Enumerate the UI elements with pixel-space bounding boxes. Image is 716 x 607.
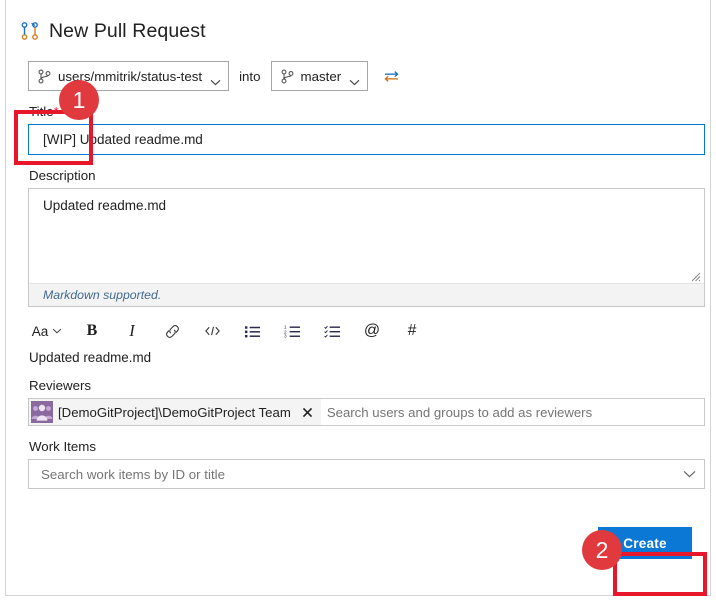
branch-selector-row: users/mmitrik/status-test into master (28, 61, 710, 91)
description-textarea[interactable] (29, 189, 704, 283)
chevron-down-icon (210, 73, 221, 85)
bold-label: B (86, 322, 98, 339)
hashtag-label: # (407, 322, 417, 339)
target-branch-name: master (300, 68, 342, 84)
markdown-supported-text: Markdown supported. (43, 288, 162, 302)
title-label-text: Title (29, 104, 54, 119)
numbered-list-icon[interactable]: 1 2 3 (278, 317, 306, 345)
font-size-icon[interactable]: Aa (28, 317, 66, 345)
pull-request-form: Title* Description Markdown supported. A… (28, 104, 710, 559)
mention-label: @ (363, 322, 381, 339)
chevron-down-icon[interactable] (674, 470, 704, 478)
italic-label: I (129, 321, 135, 340)
mention-icon[interactable]: @ (358, 317, 386, 345)
create-button[interactable]: Create (598, 527, 692, 559)
branch-icon (281, 69, 294, 84)
target-branch-selector[interactable]: master (270, 61, 369, 91)
page-title: New Pull Request (49, 19, 206, 42)
italic-icon[interactable]: I (118, 317, 146, 345)
reviewers-field-label: Reviewers (29, 378, 92, 393)
resize-grip-icon[interactable] (690, 269, 701, 282)
work-items-input-box[interactable] (28, 459, 705, 489)
title-input[interactable] (28, 124, 705, 155)
page-header: New Pull Request (6, 0, 710, 48)
form-actions: Create (28, 527, 692, 559)
new-pull-request-page: New Pull Request users/mmitrik/status-te… (5, 0, 711, 596)
title-field-label: Title* (29, 104, 710, 119)
pull-request-icon (20, 21, 40, 41)
description-preview-text: Updated readme.md (29, 350, 152, 365)
hashtag-icon[interactable]: # (398, 317, 426, 345)
bulleted-list-icon[interactable] (238, 317, 266, 345)
swap-branches-button[interactable] (380, 65, 402, 87)
team-avatar-icon (31, 401, 53, 423)
reviewers-search-input[interactable] (320, 399, 704, 425)
into-label: into (239, 68, 261, 84)
chevron-down-icon (349, 73, 360, 85)
close-icon[interactable] (297, 401, 319, 423)
source-branch-name: users/mmitrik/status-test (58, 68, 203, 84)
markdown-toolbar: Aa B I 1 2 3 @ # (28, 314, 710, 348)
reviewer-chip[interactable]: [DemoGitProject]\DemoGitProject Team (29, 399, 321, 425)
swap-arrows-icon (384, 70, 399, 82)
work-items-search-input[interactable] (29, 465, 674, 483)
branch-icon (38, 69, 51, 84)
source-branch-selector[interactable]: users/mmitrik/status-test (28, 61, 230, 91)
reviewers-input-box[interactable]: [DemoGitProject]\DemoGitProject Team (28, 398, 705, 426)
description-field-label: Description (29, 168, 96, 183)
link-icon[interactable] (158, 317, 186, 345)
task-list-icon[interactable] (318, 317, 346, 345)
markdown-supported-bar: Markdown supported. (29, 283, 704, 306)
code-icon[interactable] (198, 317, 226, 345)
font-size-label: Aa (31, 323, 49, 339)
description-box: Markdown supported. (28, 188, 705, 307)
svg-text:3: 3 (284, 334, 287, 338)
reviewer-chip-name: [DemoGitProject]\DemoGitProject Team (58, 404, 291, 420)
required-marker: * (53, 104, 59, 119)
work-items-field-label: Work Items (29, 439, 96, 454)
bold-icon[interactable]: B (78, 317, 106, 345)
